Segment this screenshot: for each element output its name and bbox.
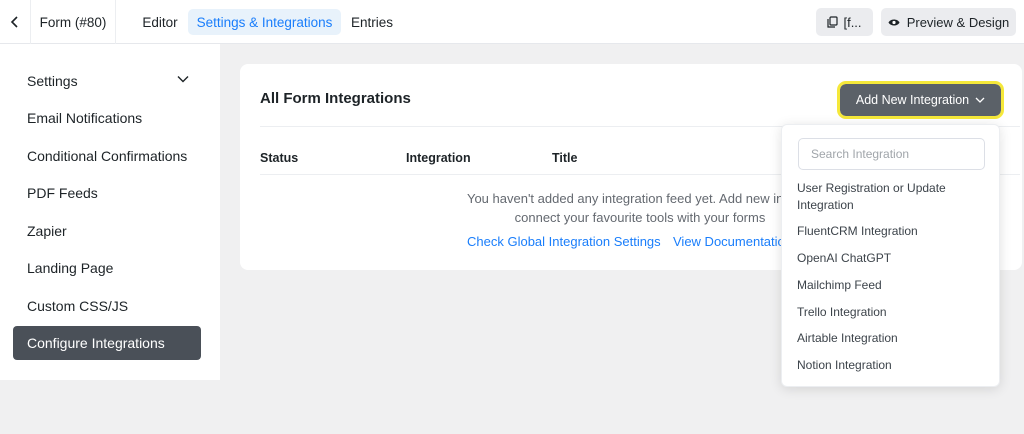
- dropdown-item-notion[interactable]: Notion Integration: [797, 357, 987, 374]
- sidebar-item-label: Custom CSS/JS: [27, 298, 129, 314]
- tab-entries[interactable]: Entries: [344, 9, 400, 35]
- dropdown-item-airtable[interactable]: Airtable Integration: [797, 330, 987, 347]
- sidebar-item-pdf-feeds[interactable]: PDF Feeds: [13, 176, 201, 210]
- sidebar-item-label: Email Notifications: [27, 110, 143, 126]
- sidebar: Settings Email Notifications Conditional…: [0, 44, 220, 380]
- add-new-integration-label: Add New Integration: [855, 93, 970, 107]
- dropdown-item-openai-chatgpt[interactable]: OpenAI ChatGPT: [797, 250, 987, 267]
- shortcode-button[interactable]: [f...: [816, 8, 873, 36]
- column-header-status: Status: [260, 151, 299, 165]
- chevron-left-icon: [10, 16, 18, 28]
- copy-icon: [827, 16, 839, 28]
- tab-editor[interactable]: Editor: [134, 9, 186, 35]
- tab-settings-integrations[interactable]: Settings & Integrations: [188, 9, 341, 35]
- empty-state-line-1: You haven't added any integration feed y…: [466, 191, 814, 206]
- sidebar-item-label: Landing Page: [27, 260, 114, 276]
- form-title: Form (#80): [30, 0, 116, 44]
- sidebar-item-label: Zapier: [27, 223, 67, 239]
- integration-dropdown: User Registration or Update Integration …: [781, 124, 1000, 387]
- chevron-down-icon: [975, 97, 985, 103]
- shortcode-label: [f...: [843, 14, 862, 30]
- top-bar: Form (#80) Editor Settings & Integration…: [0, 0, 1024, 44]
- dropdown-item-mailchimp[interactable]: Mailchimp Feed: [797, 277, 987, 294]
- check-global-settings-link[interactable]: Check Global Integration Settings: [467, 234, 661, 249]
- preview-design-button[interactable]: Preview & Design: [881, 8, 1016, 36]
- sidebar-item-configure-integrations[interactable]: Configure Integrations: [13, 326, 201, 360]
- search-integration-input[interactable]: [798, 138, 985, 170]
- column-header-title: Title: [552, 151, 578, 165]
- sidebar-item-label: Settings: [27, 73, 78, 89]
- sidebar-item-zapier[interactable]: Zapier: [13, 214, 201, 248]
- sidebar-item-email-notifications[interactable]: Email Notifications: [13, 101, 201, 135]
- empty-state-line-2: connect your favourite tools with your f…: [514, 210, 766, 225]
- preview-label: Preview & Design: [906, 14, 1010, 30]
- eye-icon: [888, 19, 900, 25]
- add-new-integration-button[interactable]: Add New Integration: [837, 81, 1004, 119]
- sidebar-item-conditional-confirmations[interactable]: Conditional Confirmations: [13, 139, 201, 173]
- sidebar-item-label: Conditional Confirmations: [27, 148, 188, 164]
- dropdown-item-fluentcrm[interactable]: FluentCRM Integration: [797, 223, 987, 240]
- view-documentation-link[interactable]: View Documentatio: [673, 234, 785, 249]
- sidebar-item-custom-css-js[interactable]: Custom CSS/JS: [13, 289, 201, 323]
- dropdown-item-user-registration[interactable]: User Registration or Update Integration: [797, 180, 987, 214]
- empty-state-message: You haven't added any integration feed y…: [440, 189, 840, 227]
- page-title: All Form Integrations: [260, 90, 411, 107]
- dropdown-item-trello[interactable]: Trello Integration: [797, 304, 987, 321]
- chevron-down-icon: [177, 76, 189, 83]
- sidebar-item-label: Configure Integrations: [27, 335, 165, 351]
- sidebar-item-settings[interactable]: Settings: [13, 64, 201, 98]
- back-button[interactable]: [0, 0, 30, 44]
- sidebar-item-label: PDF Feeds: [27, 185, 98, 201]
- sidebar-item-landing-page[interactable]: Landing Page: [13, 251, 201, 285]
- column-header-integration: Integration: [406, 151, 471, 165]
